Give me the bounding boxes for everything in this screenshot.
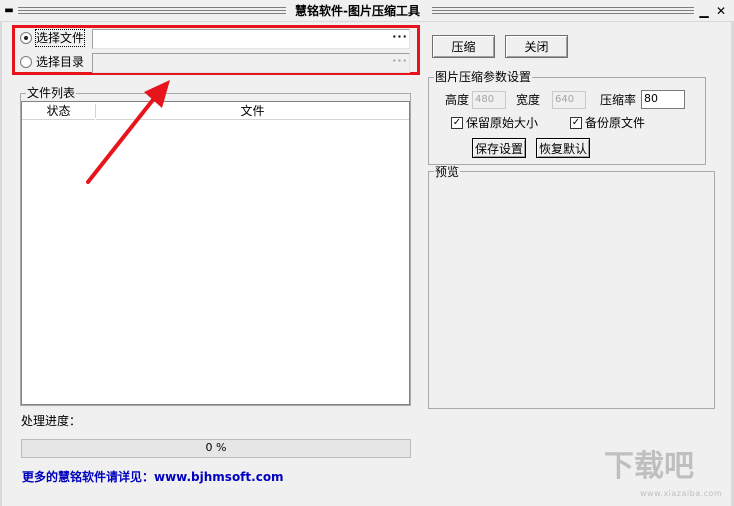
width-input: 640: [552, 91, 586, 109]
compress-button[interactable]: 压缩: [432, 35, 495, 58]
width-label: 宽度: [516, 93, 541, 107]
keep-size-label[interactable]: 保留原始大小: [466, 115, 538, 131]
watermark-url: www.xiazaiba.com: [640, 489, 723, 498]
select-dir-label[interactable]: 选择目录: [36, 54, 84, 70]
preview-legend: 预览: [434, 165, 461, 179]
minimize-button[interactable]: ▁: [696, 3, 712, 19]
select-file-radio[interactable]: [20, 32, 32, 44]
save-settings-button[interactable]: 保存设置: [472, 138, 526, 158]
watermark-logo: 下载吧: [604, 449, 694, 484]
system-menu-icon[interactable]: ▬: [4, 6, 14, 16]
progress-bar: 0 %: [21, 439, 411, 458]
close-button[interactable]: 关闭: [505, 35, 568, 58]
select-file-label[interactable]: 选择文件: [34, 29, 86, 47]
title-stripes: [432, 7, 694, 15]
browse-dir-button: ···: [392, 54, 408, 67]
window-title: 慧铭软件-图片压缩工具: [292, 4, 423, 18]
keep-size-checkbox[interactable]: ✓: [451, 117, 463, 129]
browse-file-button[interactable]: ···: [391, 30, 409, 48]
title-stripes: [18, 7, 286, 15]
select-dir-radio[interactable]: [20, 56, 32, 68]
website-link[interactable]: 更多的慧铭软件请详见：www.bjhmsoft.com: [22, 469, 284, 485]
annotation-arrow-shaft: [86, 94, 158, 184]
params-legend: 图片压缩参数设置: [434, 70, 533, 84]
annotation-arrow: [86, 80, 170, 184]
file-path-input[interactable]: [92, 29, 410, 49]
close-window-button[interactable]: ✕: [713, 3, 729, 19]
height-label: 高度: [445, 93, 470, 107]
file-list-legend: 文件列表: [26, 86, 77, 100]
ratio-label: 压缩率: [600, 93, 637, 107]
backup-label[interactable]: 备份原文件: [585, 115, 645, 131]
window-frame-left: [0, 22, 2, 506]
preview-group: [428, 171, 715, 409]
progress-text: 0 %: [205, 441, 227, 454]
progress-label: 处理进度：: [21, 414, 82, 428]
dir-path-input: [92, 53, 410, 73]
ratio-input[interactable]: 80: [641, 90, 685, 109]
backup-checkbox[interactable]: ✓: [570, 117, 582, 129]
height-input: 480: [472, 91, 506, 109]
restore-defaults-button[interactable]: 恢复默认: [536, 138, 590, 158]
